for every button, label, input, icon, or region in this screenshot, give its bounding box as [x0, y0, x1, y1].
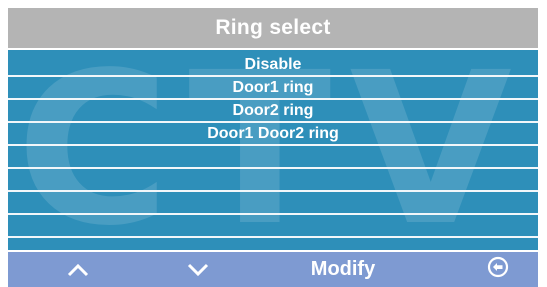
- up-button[interactable]: [53, 252, 103, 287]
- option-door2-ring[interactable]: Door2 ring: [8, 100, 538, 123]
- ring-select-screen: Ring select CTV Disable Door1 ring Door2…: [0, 0, 547, 287]
- back-button[interactable]: [478, 249, 518, 284]
- option-door1-door2-ring[interactable]: Door1 Door2 ring: [8, 123, 538, 146]
- chevron-up-icon: [67, 263, 89, 276]
- empty-row: [8, 215, 538, 238]
- empty-row: [8, 146, 538, 169]
- down-button[interactable]: [173, 252, 223, 287]
- page-title: Ring select: [8, 8, 538, 48]
- empty-row: [8, 238, 538, 250]
- option-disable[interactable]: Disable: [8, 54, 538, 77]
- bottom-toolbar: Modify: [8, 252, 538, 287]
- ring-options-list: CTV Disable Door1 ring Door2 ring Door1 …: [8, 50, 538, 250]
- option-door1-ring[interactable]: Door1 ring: [8, 77, 538, 100]
- back-arrow-circle-icon: [487, 256, 509, 277]
- empty-row: [8, 169, 538, 192]
- option-rows: Disable Door1 ring Door2 ring Door1 Door…: [8, 54, 538, 250]
- empty-row: [8, 192, 538, 215]
- chevron-down-icon: [187, 263, 209, 276]
- modify-button[interactable]: Modify: [293, 252, 393, 287]
